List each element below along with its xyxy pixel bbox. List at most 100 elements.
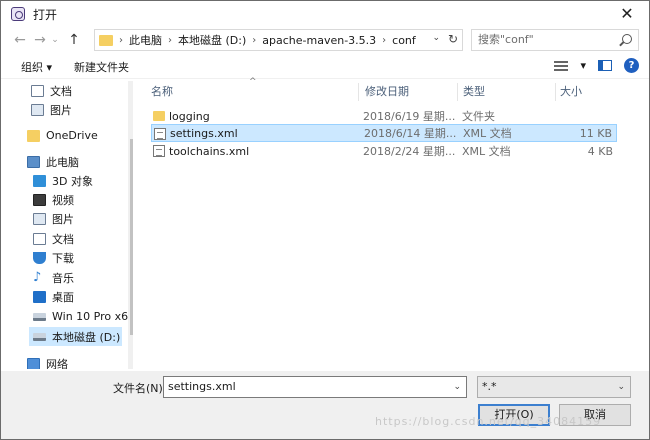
- window-title: 打开: [33, 7, 58, 22]
- app-icon: [11, 7, 25, 21]
- folder-icon: [99, 34, 113, 46]
- recent-locations-button[interactable]: ⌄: [49, 30, 61, 50]
- navigation-bar: ← → ⌄ ↑ › 此电脑 › 本地磁盘 (D:) › apache-maven…: [1, 27, 649, 53]
- column-header-name[interactable]: 名称: [151, 81, 173, 103]
- folder-icon: [27, 129, 40, 142]
- download-icon: [33, 251, 46, 264]
- music-icon: ♪: [33, 269, 42, 285]
- up-button[interactable]: ↑: [65, 30, 83, 50]
- address-bar[interactable]: › 此电脑 › 本地磁盘 (D:) › apache-maven-3.5.3 ›…: [94, 29, 463, 51]
- filter-value: *.*: [482, 380, 497, 393]
- sidebar-item-downloads[interactable]: 下载: [33, 248, 133, 267]
- file-row-toolchains-xml[interactable]: toolchains.xml 2018/2/24 星期... XML 文档 4 …: [151, 142, 617, 160]
- column-header-type[interactable]: 类型: [463, 81, 485, 103]
- sidebar-item-label: 3D 对象: [52, 174, 93, 188]
- sidebar-item-network[interactable]: 网络: [27, 354, 133, 369]
- sidebar-item-videos[interactable]: 视频: [33, 190, 133, 209]
- breadcrumb-maven[interactable]: apache-maven-3.5.3: [262, 34, 376, 47]
- close-button[interactable]: ✕: [613, 4, 641, 24]
- picture-icon: [33, 212, 46, 225]
- sidebar-item-label: 图片: [52, 212, 74, 226]
- file-row-settings-xml[interactable]: settings.xml 2018/6/14 星期... XML 文档 11 K…: [151, 124, 617, 142]
- view-options-dropdown[interactable]: ▾: [580, 59, 586, 72]
- address-dropdown-button[interactable]: ⌄: [432, 33, 440, 43]
- sidebar-item-3d-objects[interactable]: 3D 对象: [33, 171, 133, 190]
- sidebar-item-pictures[interactable]: 图片: [33, 209, 133, 228]
- xml-file-icon: [154, 128, 166, 140]
- chevron-down-icon[interactable]: ⌄: [453, 377, 461, 397]
- file-size: 11 KB: [579, 126, 612, 140]
- file-type-filter-select[interactable]: *.* ⌄: [477, 376, 631, 398]
- toolbar: 组织 ▾ 新建文件夹 ▾ ?: [1, 55, 649, 79]
- watermark: https://blog.csdn.net/qq_34084159: [375, 415, 602, 428]
- drive-icon: [33, 312, 46, 321]
- sidebar-item-label: 桌面: [52, 290, 74, 304]
- file-size: 4 KB: [587, 144, 613, 158]
- drive-icon: [33, 332, 46, 341]
- file-type: XML 文档: [463, 127, 512, 140]
- filename-value: settings.xml: [168, 380, 236, 393]
- sidebar-item-documents-pinned[interactable]: 文档 📌: [31, 81, 133, 100]
- picture-icon: [31, 103, 44, 116]
- filename-input[interactable]: settings.xml ⌄: [163, 376, 467, 398]
- search-input[interactable]: 搜索"conf": [471, 29, 639, 51]
- new-folder-button[interactable]: 新建文件夹: [74, 59, 129, 75]
- filename-label: 文件名(N):: [113, 382, 167, 395]
- sidebar-item-label: 视频: [52, 193, 74, 207]
- document-icon: [31, 84, 44, 97]
- preview-pane-icon[interactable]: [598, 60, 612, 71]
- view-details-icon[interactable]: [554, 60, 569, 71]
- forward-button[interactable]: →: [31, 30, 49, 50]
- breadcrumb-this-pc[interactable]: 此电脑: [129, 32, 162, 48]
- sidebar-item-this-pc[interactable]: 此电脑: [27, 152, 133, 171]
- sidebar-item-label: 图片: [50, 103, 72, 117]
- file-date: 2018/6/19 星期...: [363, 110, 456, 123]
- breadcrumb-conf[interactable]: conf: [392, 34, 416, 47]
- file-name: settings.xml: [170, 126, 238, 140]
- sidebar-scrollbar[interactable]: [128, 81, 133, 369]
- title-bar: 打开 ✕: [1, 1, 649, 27]
- network-icon: [27, 357, 40, 369]
- sidebar-item-label: 网络: [46, 357, 68, 370]
- document-icon: [33, 232, 46, 245]
- column-header-size[interactable]: 大小: [560, 81, 582, 103]
- refresh-button[interactable]: ↻: [448, 32, 458, 46]
- sidebar-item-onedrive[interactable]: OneDrive: [27, 126, 133, 145]
- file-row-logging[interactable]: logging 2018/6/19 星期... 文件夹: [151, 107, 617, 125]
- chevron-right-icon: ›: [119, 34, 123, 46]
- chevron-right-icon: ›: [168, 34, 172, 46]
- sidebar-item-pictures-pinned[interactable]: 图片 📌: [31, 100, 133, 119]
- sidebar-item-label: Win 10 Pro x64: [52, 310, 133, 323]
- navigation-pane: 文档 📌 图片 📌 OneDrive 此电脑 3D 对象 视频 图片: [7, 81, 133, 369]
- sidebar-item-label: 本地磁盘 (D:): [52, 330, 121, 344]
- toolbar-right: ▾ ?: [554, 58, 639, 73]
- search-icon[interactable]: [622, 34, 632, 44]
- sidebar-item-local-disk-d[interactable]: 本地磁盘 (D:): [29, 327, 122, 346]
- file-date: 2018/6/14 星期...: [364, 127, 457, 140]
- file-list: ^ 名称 修改日期 类型 大小 logging 2018/6/19 星期... …: [137, 77, 641, 369]
- sort-ascending-icon: ^: [249, 77, 257, 87]
- help-icon[interactable]: ?: [624, 58, 639, 73]
- file-name: toolchains.xml: [169, 144, 250, 158]
- sidebar-item-music[interactable]: ♪ 音乐: [33, 268, 133, 287]
- column-header-date[interactable]: 修改日期: [365, 81, 409, 103]
- sidebar-item-win10-drive[interactable]: Win 10 Pro x64: [33, 307, 133, 326]
- open-file-dialog: 打开 ✕ ← → ⌄ ↑ › 此电脑 › 本地磁盘 (D:) › apache-…: [0, 0, 650, 440]
- sidebar-item-label: OneDrive: [46, 129, 98, 142]
- sidebar-item-documents[interactable]: 文档: [33, 229, 133, 248]
- breadcrumb-local-disk[interactable]: 本地磁盘 (D:): [178, 32, 246, 48]
- cube-icon: [33, 174, 46, 187]
- chevron-right-icon: ›: [252, 34, 257, 46]
- sidebar-item-label: 下载: [52, 251, 74, 265]
- sidebar-item-label: 文档: [52, 232, 74, 246]
- column-divider[interactable]: [358, 83, 359, 101]
- organize-button[interactable]: 组织 ▾: [21, 59, 52, 75]
- scrollbar-thumb[interactable]: [130, 139, 133, 335]
- sidebar-item-desktop[interactable]: 桌面: [33, 287, 133, 306]
- column-divider[interactable]: [457, 83, 458, 101]
- column-divider[interactable]: [555, 83, 556, 101]
- sidebar-item-label: 此电脑: [46, 155, 79, 169]
- back-button[interactable]: ←: [11, 30, 29, 50]
- xml-file-icon: [153, 145, 165, 157]
- chevron-down-icon[interactable]: ⌄: [617, 377, 625, 397]
